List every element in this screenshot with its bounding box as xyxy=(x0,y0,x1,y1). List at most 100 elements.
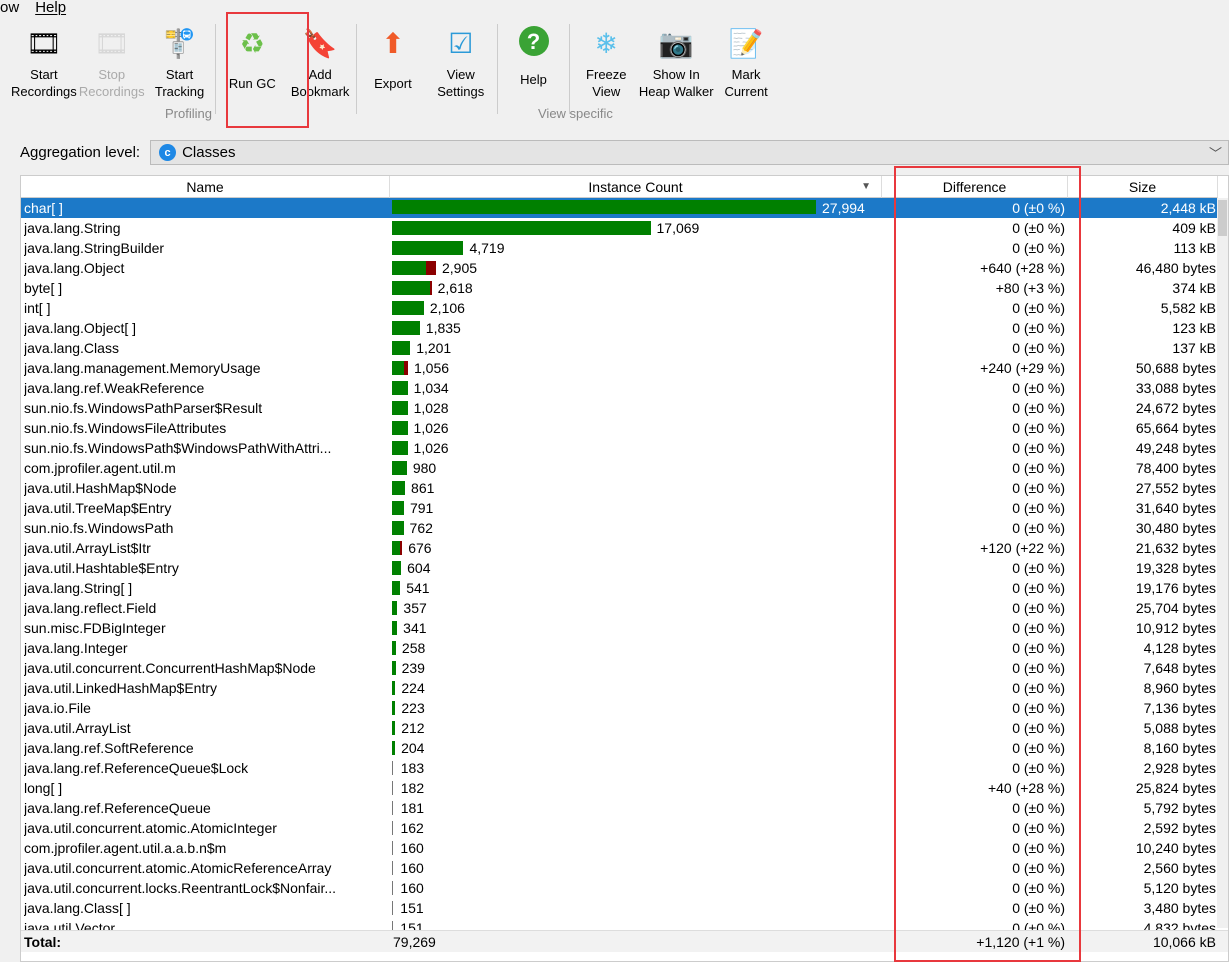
column-header-instance-count[interactable]: Instance Count ▼ xyxy=(390,176,882,198)
table-row[interactable]: java.io.File 223 0 (±0 %) 7,136 bytes xyxy=(21,698,1218,718)
instance-count: 258 xyxy=(401,640,426,656)
class-name: java.util.concurrent.atomic.AtomicRefere… xyxy=(24,860,332,876)
table-row[interactable]: java.lang.String 17,069 0 (±0 %) 409 kB xyxy=(21,218,1218,238)
table-row[interactable]: java.util.concurrent.ConcurrentHashMap$N… xyxy=(21,658,1218,678)
instance-count-bar xyxy=(392,641,396,655)
add-bookmark-button[interactable]: 🔖 Add Bookmark xyxy=(286,20,354,126)
class-name: java.lang.Integer xyxy=(24,640,128,656)
instance-count-bar xyxy=(392,581,401,595)
menu-help[interactable]: Help xyxy=(35,0,66,18)
instance-count-bar xyxy=(392,521,404,535)
table-row[interactable]: java.lang.ref.SoftReference 204 0 (±0 %) 8,… xyxy=(21,738,1218,758)
export-button[interactable]: ⬆ Export xyxy=(359,20,427,126)
table-row[interactable]: byte[ ] 2,618 +80 (+3 %) 374 kB xyxy=(21,278,1218,298)
table-row[interactable]: java.lang.Class 1,201 0 (±0 %) 137 kB xyxy=(21,338,1218,358)
table-row[interactable]: java.lang.StringBuilder 4,719 0 (±0 %) 113 … xyxy=(21,238,1218,258)
table-row[interactable]: java.lang.Integer 258 0 (±0 %) 4,128 bytes xyxy=(21,638,1218,658)
class-name: java.util.Hashtable$Entry xyxy=(24,560,179,576)
instance-count: 980 xyxy=(412,460,437,476)
show-in-heap-walker-button[interactable]: 📷 Show In Heap Walker xyxy=(638,20,714,126)
class-name: java.lang.reflect.Field xyxy=(24,600,157,616)
size: 30,480 bytes xyxy=(1135,520,1216,536)
difference: 0 (±0 %) xyxy=(1012,480,1065,496)
table-row[interactable]: java.util.LinkedHashMap$Entry 224 0 (±0 %)… xyxy=(21,678,1218,698)
class-icon: c xyxy=(159,144,177,161)
table-row[interactable]: sun.misc.FDBigInteger 341 0 (±0 %) 10,912 b… xyxy=(21,618,1218,638)
table-row[interactable]: java.lang.ref.ReferenceQueue$Lock 183 0 (±… xyxy=(21,758,1218,778)
instance-count: 2,106 xyxy=(429,300,465,316)
toolbar-button-label: View Settings xyxy=(437,67,485,99)
table-row[interactable]: java.util.concurrent.atomic.AtomicIntege… xyxy=(21,818,1218,838)
class-name: java.util.TreeMap$Entry xyxy=(24,500,172,516)
instance-count: 1,056 xyxy=(413,360,450,376)
table-row[interactable]: com.jprofiler.agent.util.a.a.b.n$m 160 0 (… xyxy=(21,838,1218,858)
class-name: java.lang.management.MemoryUsage xyxy=(24,360,261,376)
instance-count-bar xyxy=(392,541,403,555)
view-settings-button[interactable]: ☑ View Settings xyxy=(427,20,495,126)
difference: 0 (±0 %) xyxy=(1012,640,1065,656)
class-name: java.lang.Class xyxy=(24,340,119,356)
instance-count: 861 xyxy=(411,480,435,496)
table-row[interactable]: sun.nio.fs.WindowsFileAttributes 1,026 0 (… xyxy=(21,418,1218,438)
difference: 0 (±0 %) xyxy=(1012,440,1065,456)
aggregation-level-value: Classes xyxy=(182,144,236,161)
camera-icon: 📷 xyxy=(658,27,694,59)
table-row[interactable]: com.jprofiler.agent.util.m 980 0 (±0 %) 78,… xyxy=(21,458,1218,478)
table-row[interactable]: java.lang.reflect.Field 357 0 (±0 %) 25,704… xyxy=(21,598,1218,618)
mark-current-button[interactable]: 📝 Mark Current xyxy=(712,20,780,126)
table-row[interactable]: java.util.concurrent.locks.ReentrantLock… xyxy=(21,878,1218,898)
table-row[interactable]: java.lang.Object[ ] 1,835 0 (±0 %) 123 kB xyxy=(21,318,1218,338)
column-header-size[interactable]: Size xyxy=(1068,176,1218,198)
instance-count: 181 xyxy=(400,800,425,816)
table-row[interactable]: char[ ] 27,994 0 (±0 %) 2,448 kB xyxy=(21,198,1218,218)
menu-window[interactable]: ow xyxy=(0,0,19,18)
table-row[interactable]: java.util.TreeMap$Entry 791 0 (±0 %) 31,640… xyxy=(21,498,1218,518)
chevron-down-icon: ﹀ xyxy=(1208,146,1222,161)
table-row[interactable]: java.util.HashMap$Node 861 0 (±0 %) 27,552 … xyxy=(21,478,1218,498)
table-row[interactable]: java.lang.ref.ReferenceQueue 181 0 (±0 %) 5… xyxy=(21,798,1218,818)
vertical-scrollbar[interactable] xyxy=(1217,198,1228,928)
table-row[interactable]: int[ ] 2,106 0 (±0 %) 5,582 kB xyxy=(21,298,1218,318)
scrollbar-thumb[interactable] xyxy=(1218,200,1227,236)
class-name: char[ ] xyxy=(24,200,63,216)
instance-count: 1,028 xyxy=(413,400,449,416)
toolbar-button-label: Show In Heap Walker xyxy=(638,67,714,99)
column-header-name[interactable]: Name xyxy=(21,176,390,198)
table-row[interactable]: sun.nio.fs.WindowsPathParser$Result 1,028… xyxy=(21,398,1218,418)
start-recordings-button[interactable]: 🎞 Start Recordings xyxy=(10,20,78,126)
table-row[interactable]: java.util.Hashtable$Entry 604 0 (±0 %) 19,3… xyxy=(21,558,1218,578)
table-row[interactable]: java.util.concurrent.atomic.AtomicRefere… xyxy=(21,858,1218,878)
instance-count: 676 xyxy=(408,540,432,556)
table-row[interactable]: java.util.ArrayList 212 0 (±0 %) 5,088 byte… xyxy=(21,718,1218,738)
table-row[interactable]: sun.nio.fs.WindowsPath$WindowsPathWithAt… xyxy=(21,438,1218,458)
table-row[interactable]: sun.nio.fs.WindowsPath 762 0 (±0 %) 30,480 … xyxy=(21,518,1218,538)
difference: 0 (±0 %) xyxy=(1012,400,1065,416)
column-header-difference[interactable]: Difference xyxy=(882,176,1068,198)
size: 113 kB xyxy=(1173,240,1216,256)
class-name: com.jprofiler.agent.util.m xyxy=(24,460,176,476)
menu-bar: ow Help xyxy=(0,0,1229,18)
instance-count: 791 xyxy=(409,500,434,516)
instance-count: 239 xyxy=(401,660,425,676)
aggregation-level-select[interactable]: c Classes ﹀ xyxy=(150,140,1229,165)
difference: 0 (±0 %) xyxy=(1012,220,1065,236)
table-row[interactable]: java.lang.management.MemoryUsage 1,056 +24… xyxy=(21,358,1218,378)
table-row[interactable]: java.lang.Class[ ] 151 0 (±0 %) 3,480 bytes xyxy=(21,898,1218,918)
table-row[interactable]: java.lang.Object 2,905 +640 (+28 %) 46,480 … xyxy=(21,258,1218,278)
snowflake-icon: ❄ xyxy=(594,27,619,59)
table-row[interactable]: java.lang.ref.WeakReference 1,034 0 (±0 %)… xyxy=(21,378,1218,398)
table-row[interactable]: java.util.ArrayList$Itr 676 +120 (+22 %) 21… xyxy=(21,538,1218,558)
table-row[interactable]: java.lang.String[ ] 541 0 (±0 %) 19,176 byt… xyxy=(21,578,1218,598)
instance-count-added-bar xyxy=(429,281,432,295)
class-name: java.lang.ref.SoftReference xyxy=(24,740,194,756)
instance-count: 151 xyxy=(400,900,424,916)
view-settings-icon: ☑ xyxy=(448,27,474,59)
difference: 0 (±0 %) xyxy=(1012,840,1065,856)
run-gc-button[interactable]: ♻ Run GC xyxy=(218,20,286,126)
size: 31,640 bytes xyxy=(1135,500,1216,516)
table-row[interactable]: long[ ] 182 +40 (+28 %) 25,824 bytes xyxy=(21,778,1218,798)
total-count: 79,269 xyxy=(393,934,436,950)
class-name: java.lang.ref.WeakReference xyxy=(24,380,205,396)
instance-count-bar xyxy=(392,321,420,335)
difference: 0 (±0 %) xyxy=(1012,300,1065,316)
